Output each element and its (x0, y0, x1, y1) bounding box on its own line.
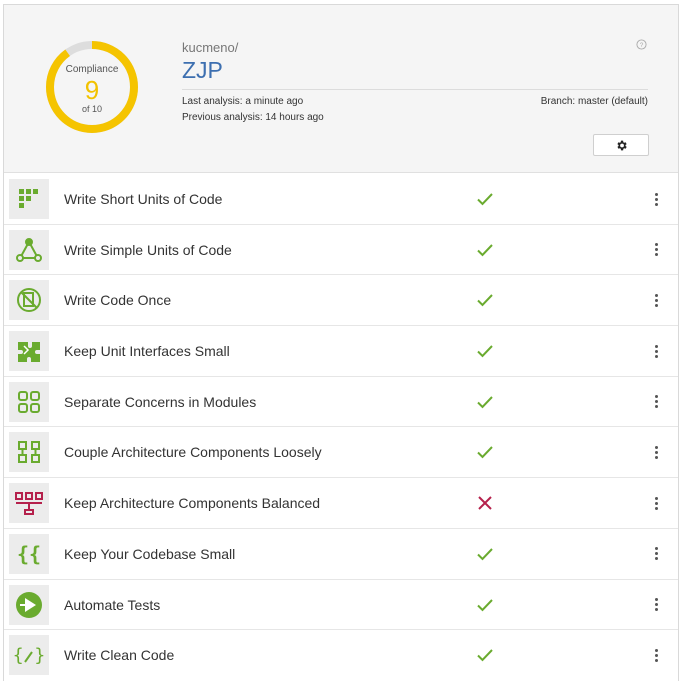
clean-code-icon: { } (9, 635, 49, 676)
guideline-label[interactable]: Write Short Units of Code (64, 191, 222, 207)
simple-units-icon (9, 229, 49, 270)
guideline-label[interactable]: Keep Unit Interfaces Small (64, 343, 230, 359)
guideline-list: Write Short Units of Code Write Simple U… (4, 174, 678, 681)
cross-icon (476, 494, 494, 512)
branch-info: Branch: master (default) (540, 96, 648, 107)
check-icon (476, 443, 494, 461)
check-icon (476, 393, 494, 411)
more-menu-button[interactable] (650, 393, 662, 411)
more-menu-button[interactable] (650, 596, 662, 614)
guideline-label[interactable]: Keep Your Codebase Small (64, 546, 235, 562)
guideline-row[interactable]: Write Code Once (4, 275, 678, 327)
more-menu-button[interactable] (650, 494, 662, 512)
more-menu-button[interactable] (650, 190, 662, 208)
check-icon (476, 190, 494, 208)
balance-icon (9, 483, 49, 524)
guideline-label[interactable]: Keep Architecture Components Balanced (64, 495, 320, 511)
guideline-row[interactable]: Separate Concerns in Modules (4, 376, 678, 428)
check-icon (476, 291, 494, 309)
guideline-row[interactable]: Write Short Units of Code (4, 174, 678, 225)
project-owner[interactable]: kucmeno/ (182, 40, 238, 55)
guideline-row[interactable]: Keep Architecture Components Balanced (4, 478, 678, 529)
check-icon (476, 241, 494, 259)
check-icon (476, 342, 494, 360)
compliance-label: Compliance (65, 64, 119, 75)
guideline-label[interactable]: Write Clean Code (64, 647, 174, 663)
short-units-icon (9, 179, 49, 219)
more-menu-button[interactable] (650, 241, 662, 259)
help-circle-icon[interactable]: ? (636, 39, 647, 50)
puzzle-icon (9, 331, 49, 372)
compliance-total: of 10 (81, 104, 103, 114)
more-menu-button[interactable] (650, 545, 662, 563)
check-icon (476, 646, 494, 664)
previous-analysis: Previous analysis: 14 hours ago (182, 112, 324, 123)
compliance-text: Compliance 9 of 10 (44, 39, 140, 135)
project-title: ZJP (182, 57, 223, 83)
braces-icon: {{ (9, 533, 49, 574)
more-menu-button[interactable] (650, 646, 662, 664)
guideline-row[interactable]: { } Write Clean Code (4, 630, 678, 681)
components-icon (9, 432, 49, 473)
settings-button[interactable] (593, 134, 649, 156)
project-header: Compliance 9 of 10 kucmeno/ ZJP Last ana… (4, 5, 678, 173)
more-menu-button[interactable] (650, 291, 662, 309)
guideline-label[interactable]: Separate Concerns in Modules (64, 394, 256, 410)
compliance-score: 9 (84, 75, 100, 105)
guideline-label[interactable]: Write Simple Units of Code (64, 242, 232, 258)
guideline-label[interactable]: Couple Architecture Components Loosely (64, 444, 322, 460)
svg-text:?: ? (640, 42, 644, 49)
modules-icon (9, 381, 49, 422)
project-card: Compliance 9 of 10 kucmeno/ ZJP Last ana… (3, 4, 679, 681)
guideline-row[interactable]: Automate Tests (4, 579, 678, 631)
guideline-row[interactable]: Keep Unit Interfaces Small (4, 326, 678, 377)
guideline-label[interactable]: Automate Tests (64, 597, 160, 613)
svg-text:{{: {{ (17, 542, 41, 566)
gear-icon (616, 140, 627, 150)
last-analysis: Last analysis: a minute ago (182, 96, 304, 107)
more-menu-button[interactable] (650, 443, 662, 461)
check-icon (476, 545, 494, 563)
play-icon (9, 584, 49, 625)
code-once-icon (9, 280, 49, 321)
more-menu-button[interactable] (650, 342, 662, 360)
guideline-row[interactable]: Write Simple Units of Code (4, 224, 678, 276)
check-icon (476, 596, 494, 614)
guideline-row[interactable]: {{ Keep Your Codebase Small (4, 528, 678, 580)
guideline-label[interactable]: Write Code Once (64, 292, 171, 308)
guideline-row[interactable]: Couple Architecture Components Loosely (4, 427, 678, 479)
header-divider (182, 89, 648, 90)
